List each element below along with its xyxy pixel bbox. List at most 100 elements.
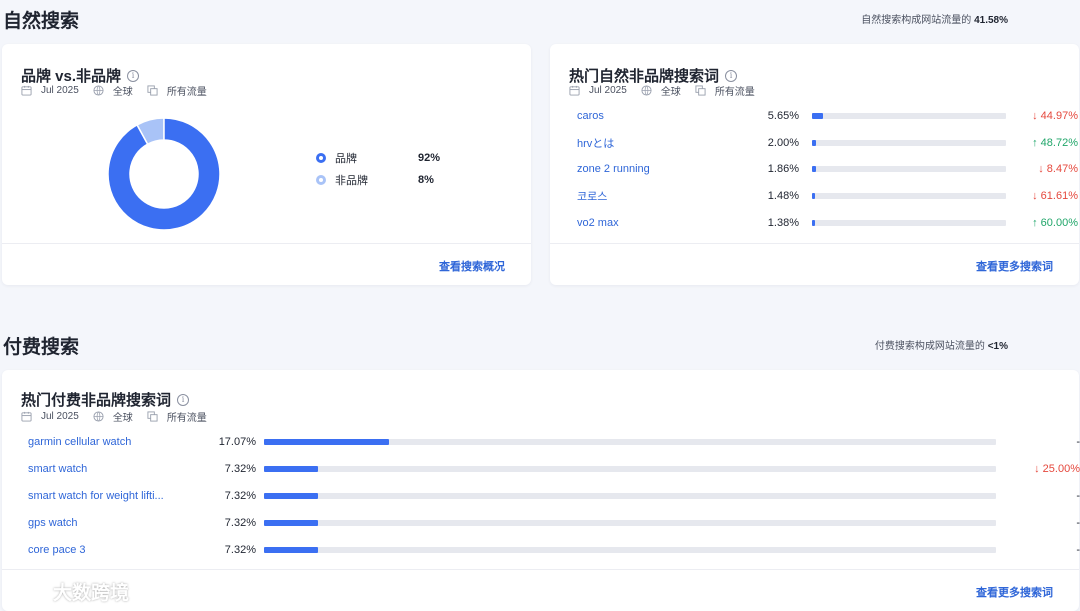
calendar-icon	[569, 85, 580, 96]
keyword-share: 1.48%	[767, 190, 799, 203]
keyword-share: 2.00%	[767, 136, 799, 149]
share-bar-fill	[812, 139, 816, 146]
paid-traffic-note: 付费搜索构成网站流量的 <1%	[875, 337, 1008, 352]
share-bar-fill	[264, 492, 318, 499]
legend-item-nonbrand: 非品牌 8%	[316, 169, 440, 191]
keyword-link[interactable]: core pace 3	[28, 544, 170, 556]
paid-card-meta: Jul 2025 全球 所有流量	[21, 409, 207, 424]
keyword-link[interactable]: caros	[577, 110, 727, 122]
top-organic-keywords-card: 热门自然非品牌搜索词 i Jul 2025 全球 所有流量 caros 5.65%…	[550, 44, 1079, 285]
share-bar-track	[264, 492, 996, 499]
share-bar-track	[812, 113, 1006, 119]
organic-note-prefix: 自然搜索构成网站流量的	[861, 15, 972, 26]
legend-label-brand: 品牌	[335, 153, 357, 165]
globe-icon	[641, 85, 652, 96]
keyword-row: smart watch for weight lifti... 7.32% -	[28, 487, 1080, 505]
keyword-link[interactable]: zone 2 running	[577, 163, 727, 175]
keyword-share: 5.65%	[767, 110, 799, 122]
traffic-source-icon	[147, 85, 158, 96]
info-icon[interactable]: i	[725, 69, 738, 82]
keyword-link[interactable]: vo2 max	[577, 217, 727, 229]
paid-note-prefix: 付费搜索构成网站流量的	[874, 341, 985, 352]
meta-region: 全球	[112, 413, 133, 424]
keyword-share: 7.32%	[224, 516, 256, 529]
watermark-logo-icon	[10, 583, 47, 599]
keyword-row: core pace 3 7.32% -	[28, 541, 1080, 559]
change-value: -	[1076, 436, 1080, 448]
calendar-icon	[21, 85, 32, 96]
share-bar-track	[812, 219, 1006, 226]
keyword-link[interactable]: 코로스	[577, 188, 727, 204]
share-bar-track	[264, 439, 996, 445]
meta-traffic: 所有流量	[166, 413, 207, 424]
view-search-overview-link[interactable]: 查看搜索概况	[439, 258, 505, 274]
share-bar-fill	[264, 546, 318, 553]
brand-card-meta: Jul 2025 全球 所有流量	[21, 83, 207, 98]
legend-value-nonbrand: 8%	[418, 174, 434, 186]
keyword-link[interactable]: hrvとは	[577, 135, 727, 151]
meta-region: 全球	[112, 87, 133, 98]
meta-traffic: 所有流量	[714, 87, 755, 98]
change-value: ↑ 48.72%	[1032, 136, 1078, 149]
keyword-link[interactable]: smart watch	[28, 463, 170, 475]
keyword-share: 1.38%	[767, 216, 799, 229]
keyword-row: zone 2 running 1.86% ↓ 8.47%	[577, 160, 1078, 178]
card-divider	[2, 243, 531, 244]
organic-card-meta: Jul 2025 全球 所有流量	[569, 83, 755, 98]
keyword-row: caros 5.65% ↓ 44.97%	[577, 107, 1078, 125]
top-paid-keywords-card: 热门付费非品牌搜索词 i Jul 2025 全球 所有流量 garmin cel…	[2, 370, 1080, 611]
organic-note-value: 41.58%	[974, 15, 1008, 26]
traffic-source-icon	[695, 85, 706, 96]
keyword-row: garmin cellular watch 17.07% -	[28, 433, 1080, 451]
organic-section-title: 自然搜索	[3, 11, 80, 32]
watermark: 大数跨境	[8, 578, 129, 605]
legend-label-nonbrand: 非品牌	[335, 175, 368, 187]
share-bar-fill	[812, 166, 816, 173]
info-icon[interactable]: i	[127, 69, 140, 82]
view-more-keywords-link[interactable]: 查看更多搜索词	[976, 258, 1053, 274]
brand-donut-chart	[107, 117, 221, 231]
watermark-text: 大数跨境	[53, 583, 130, 604]
change-value: ↓ 44.97%	[1032, 110, 1078, 122]
share-bar-track	[264, 546, 996, 553]
keyword-share: 17.07%	[218, 436, 256, 448]
keyword-link[interactable]: gps watch	[28, 517, 170, 529]
change-value: -	[1076, 516, 1080, 529]
share-bar-track	[812, 166, 1006, 173]
legend-item-brand: 品牌 92%	[316, 147, 440, 169]
share-bar-track	[264, 465, 996, 472]
meta-date: Jul 2025	[41, 85, 79, 96]
keyword-share: 7.32%	[224, 489, 256, 502]
traffic-source-icon	[147, 411, 158, 422]
share-bar-fill	[812, 219, 815, 226]
keyword-row: gps watch 7.32% -	[28, 514, 1080, 532]
view-more-paid-keywords-link[interactable]: 查看更多搜索词	[976, 584, 1053, 600]
keyword-link[interactable]: smart watch for weight lifti...	[28, 490, 170, 502]
keyword-share: 7.32%	[224, 462, 256, 475]
change-value: ↓ 61.61%	[1032, 190, 1078, 203]
share-bar-track	[812, 139, 1006, 146]
meta-region: 全球	[660, 87, 681, 98]
keyword-row: vo2 max 1.38% ↑ 60.00%	[577, 214, 1078, 232]
change-value: ↓ 8.47%	[1038, 163, 1078, 176]
card-divider	[2, 569, 1079, 570]
globe-icon	[93, 85, 104, 96]
keyword-row: hrvとは 2.00% ↑ 48.72%	[577, 134, 1078, 152]
organic-traffic-note: 自然搜索构成网站流量的 41.58%	[861, 11, 1008, 26]
paid-note-value: <1%	[987, 341, 1008, 352]
donut-slice-brand	[107, 117, 221, 231]
keyword-share: 1.86%	[767, 163, 799, 176]
meta-date: Jul 2025	[41, 411, 79, 422]
change-value: -	[1076, 489, 1080, 502]
share-bar-fill	[812, 113, 823, 119]
info-icon[interactable]: i	[177, 393, 190, 406]
share-bar-track	[264, 519, 996, 526]
brand-vs-nonbrand-card: 品牌 vs.非品牌 i Jul 2025 全球 所有流量 品牌 92% 非品牌 …	[2, 44, 531, 285]
keyword-row: smart watch 7.32% ↓ 25.00%	[28, 460, 1080, 478]
paid-section-title: 付费搜索	[3, 337, 80, 358]
share-bar-fill	[264, 465, 318, 472]
brand-legend: 品牌 92% 非品牌 8%	[316, 147, 440, 191]
share-bar-fill	[264, 519, 318, 526]
meta-traffic: 所有流量	[166, 87, 207, 98]
keyword-link[interactable]: garmin cellular watch	[28, 436, 170, 448]
